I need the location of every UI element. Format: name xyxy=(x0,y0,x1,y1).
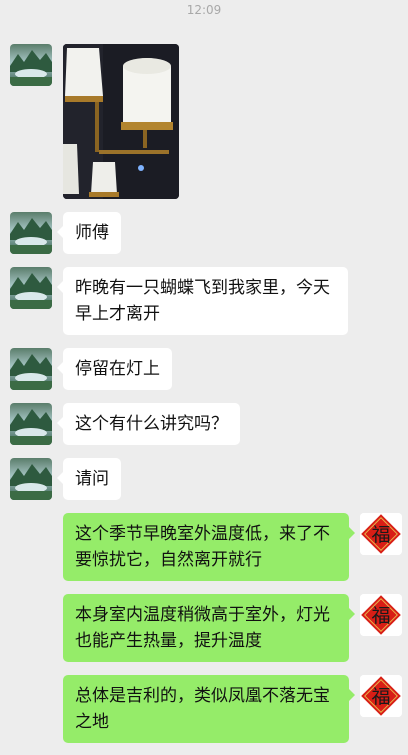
message-bubble-outgoing[interactable]: 总体是吉利的，类似凤凰不落无宝之地 xyxy=(63,675,355,743)
sender-avatar[interactable] xyxy=(10,348,52,390)
svg-text:福: 福 xyxy=(371,686,390,708)
message-bubble-incoming[interactable]: 请问 xyxy=(57,458,121,500)
message-bubble-incoming[interactable]: 昨晚有一只蝴蝶飞到我家里，今天早上才离开 xyxy=(57,267,348,335)
message-bubble-incoming[interactable]: 师傅 xyxy=(57,212,121,254)
sender-avatar[interactable] xyxy=(10,44,52,86)
sender-avatar[interactable] xyxy=(10,212,52,254)
svg-text:福: 福 xyxy=(371,524,390,546)
user-avatar[interactable]: 福 xyxy=(360,675,402,717)
sender-avatar[interactable] xyxy=(10,403,52,445)
chat-image-lamp[interactable] xyxy=(63,44,179,199)
message-bubble-outgoing[interactable]: 本身室内温度稍微高于室外，灯光也能产生热量，提升温度 xyxy=(63,594,355,662)
sender-avatar[interactable] xyxy=(10,458,52,500)
message-bubble-incoming[interactable]: 停留在灯上 xyxy=(57,348,172,390)
message-bubble-outgoing[interactable]: 这个季节早晚室外温度低，来了不要惊扰它，自然离开就行 xyxy=(63,513,355,581)
user-avatar[interactable]: 福 xyxy=(360,513,402,555)
message-bubble-incoming[interactable]: 这个有什么讲究吗？ xyxy=(57,403,240,445)
sender-avatar[interactable] xyxy=(10,267,52,309)
svg-text:福: 福 xyxy=(371,605,390,627)
user-avatar[interactable]: 福 xyxy=(360,594,402,636)
timestamp: 12:09 xyxy=(186,3,222,17)
